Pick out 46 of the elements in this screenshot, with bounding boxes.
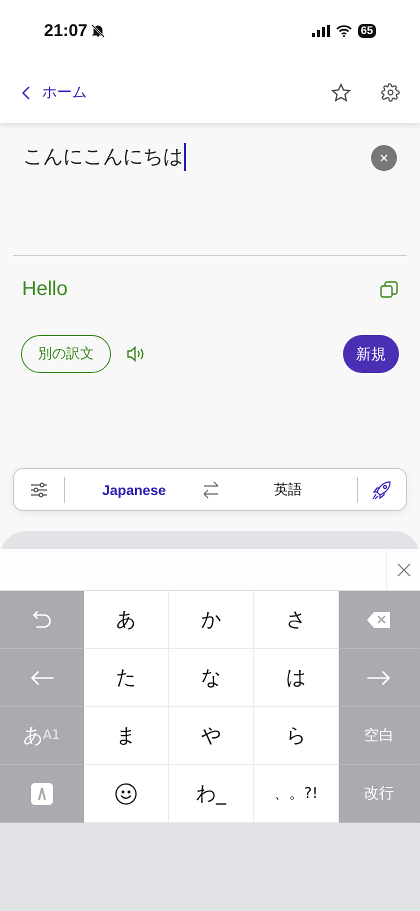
close-icon [396,562,410,576]
keyboard-key[interactable]: わ_ [169,765,254,823]
translation-text: Hello [22,278,68,301]
close-icon [380,154,388,162]
star-icon [331,82,351,102]
keyboard-key[interactable]: さ [254,591,339,649]
keyboard-key[interactable] [339,591,420,649]
alternative-translation-button[interactable]: 別の訳文 [21,335,111,373]
copy-icon [380,280,398,298]
swap-icon [203,480,219,498]
battery-level: 65 [358,24,376,38]
smiley-icon [115,782,137,804]
swap-button[interactable] [203,480,219,498]
clear-button[interactable] [371,145,397,171]
keyboard-key[interactable]: は [254,649,339,707]
source-language-button[interactable]: Japanese [65,480,203,498]
undo-icon [30,608,52,630]
signal-icon [312,25,330,37]
star-button[interactable] [331,82,351,102]
new-button[interactable]: 新規 [343,335,399,373]
app-logo-icon [30,782,52,804]
keyboard-key[interactable] [0,765,84,823]
sliders-icon [30,482,48,498]
wifi-icon [336,25,352,37]
keyboard-key[interactable]: な [169,649,254,707]
back-label: ホーム [42,83,87,102]
keyboard-key[interactable]: た [84,649,169,707]
source-text-field[interactable]: こんにこんにちは [23,143,186,171]
keyboard-key[interactable]: か [169,591,254,649]
target-language-button[interactable]: 英語 [219,480,357,500]
keyboard-key[interactable]: 、。?! [254,765,339,823]
back-button[interactable]: ホーム [22,83,87,102]
chevron-left-icon [22,86,30,100]
keyboard-key[interactable]: ら [254,707,339,765]
keyboard-key[interactable]: ま [84,707,169,765]
rocket-icon [372,480,392,500]
left-arrow-icon [30,670,54,684]
copy-button[interactable] [380,280,398,298]
right-arrow-icon [367,670,391,684]
keyboard-key[interactable]: あ [84,591,169,649]
backspace-icon [366,610,392,628]
status-time: 21:07 [44,21,88,41]
settings-button[interactable] [381,83,400,102]
muted-bell-icon [91,24,106,38]
settings-icon [381,83,400,102]
keyboard-key[interactable]: や [169,707,254,765]
